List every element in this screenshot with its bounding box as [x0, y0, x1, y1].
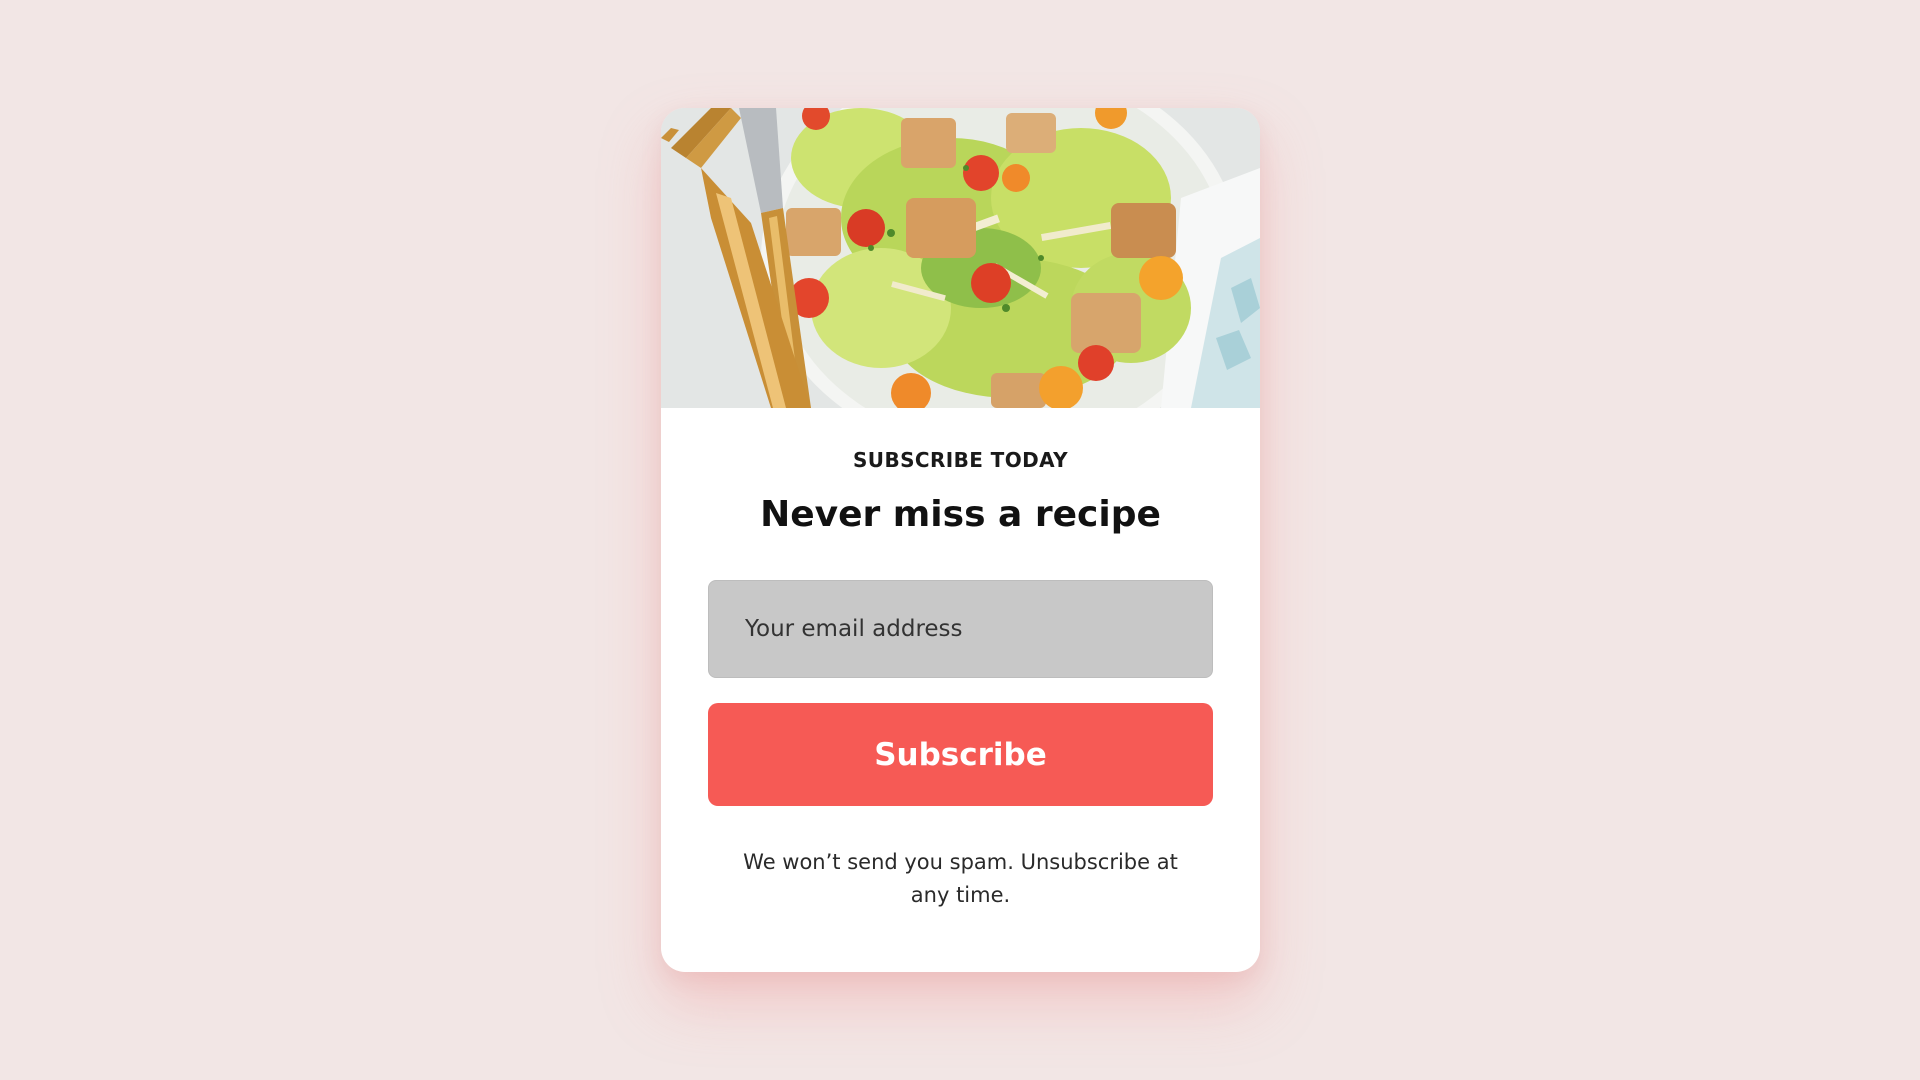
email-field[interactable]	[708, 580, 1213, 678]
salad-hero-image	[661, 108, 1260, 408]
page-title: Never miss a recipe	[760, 494, 1161, 535]
eyebrow-label: SUBSCRIBE TODAY	[853, 448, 1068, 472]
spam-disclaimer: We won’t send you spam. Unsubscribe at a…	[743, 850, 1178, 907]
subscribe-card: SUBSCRIBE TODAY Never miss a recipe Subs…	[661, 108, 1260, 972]
subscribe-button[interactable]: Subscribe	[708, 703, 1213, 806]
